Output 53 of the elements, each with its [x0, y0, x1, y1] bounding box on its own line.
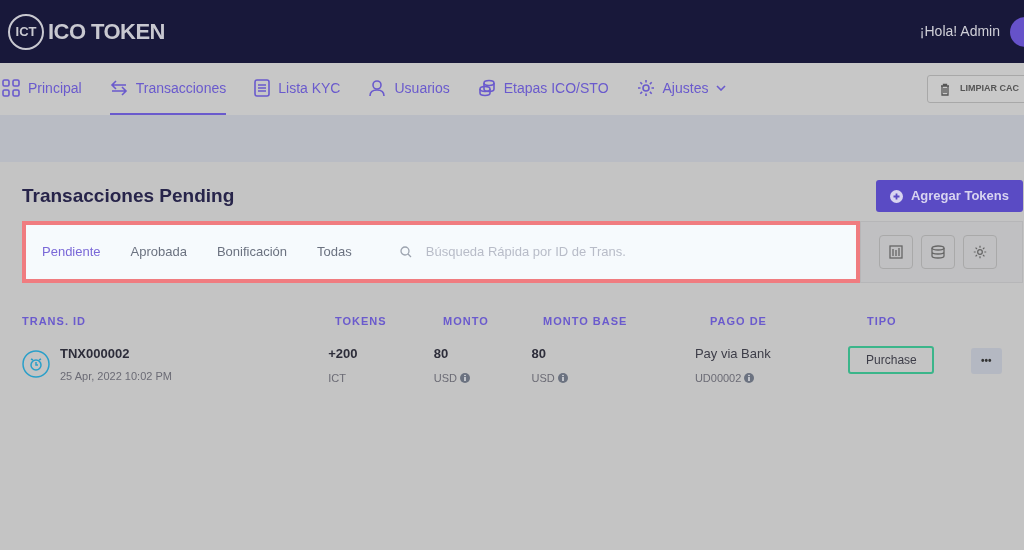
export-button[interactable]: [879, 235, 913, 269]
settings-icon: [973, 245, 987, 259]
nav-item[interactable]: Lista KYC: [254, 63, 341, 115]
type-badge: Purchase: [848, 345, 935, 374]
table-icon: [889, 245, 903, 259]
grid-icon: [2, 79, 20, 97]
amount: 80: [433, 344, 450, 363]
swap-arrows-icon: [109, 80, 128, 96]
nav-item[interactable]: Usuarios: [368, 63, 450, 115]
nav-item[interactable]: Etapas ICO/STO: [477, 63, 609, 115]
payment-reference: UD00002: [694, 371, 742, 386]
logo-mark: ICT: [8, 13, 44, 50]
plus-circle-icon: [890, 189, 903, 203]
column-header: TOKENS: [335, 314, 388, 329]
column-header: TIPO: [867, 314, 898, 329]
coins-icon: [477, 79, 496, 97]
page-title: Transacciones Pending: [22, 183, 235, 208]
info-icon: [460, 373, 470, 384]
base-amount: 80: [531, 344, 547, 363]
currency: USD: [531, 371, 555, 386]
database-icon: [931, 245, 945, 259]
info-icon: [744, 373, 755, 384]
user-icon: [368, 79, 387, 97]
nav-item[interactable]: Principal: [2, 63, 82, 115]
info-icon: [557, 373, 568, 384]
database-button[interactable]: [921, 235, 955, 269]
filter-tab[interactable]: Todas: [317, 242, 352, 262]
column-header: PAGO DE: [710, 314, 768, 329]
checklist-icon: [254, 79, 271, 97]
nav-item[interactable]: Ajustes: [636, 63, 727, 115]
settings-button[interactable]: [963, 235, 997, 269]
column-header: MONTO BASE: [543, 314, 629, 329]
greeting-text: ¡Hola! Admin: [919, 22, 1000, 41]
clear-cache-button[interactable]: LIMPIAR CAC: [927, 75, 1024, 103]
token-unit: ICT: [328, 371, 346, 386]
logo-text: ICO TOKEN: [48, 18, 165, 46]
filter-tab[interactable]: Aprobada: [130, 242, 187, 262]
filter-tab[interactable]: Pendiente: [42, 242, 101, 262]
token-amount: +200: [328, 344, 359, 363]
settings-icon: [636, 79, 655, 97]
transaction-id: TNX000002: [60, 344, 131, 363]
more-button[interactable]: •••: [970, 347, 1002, 374]
trash-icon: [940, 82, 950, 96]
transaction-date: 25 Apr, 2022 10:02 PM: [60, 369, 172, 384]
search-icon: [399, 246, 412, 258]
payment-method: Pay via Bank: [694, 344, 772, 363]
currency: USD: [433, 371, 457, 386]
add-tokens-button[interactable]: Agregar Tokens: [876, 180, 1023, 212]
column-header: TRANS. ID: [22, 314, 87, 329]
alarm-clock-icon: [22, 350, 50, 378]
search-field[interactable]: Búsqueda Rápida por ID de Trans.: [425, 242, 840, 262]
filter-tab[interactable]: Bonificación: [216, 242, 288, 262]
column-header: MONTO: [443, 314, 490, 329]
